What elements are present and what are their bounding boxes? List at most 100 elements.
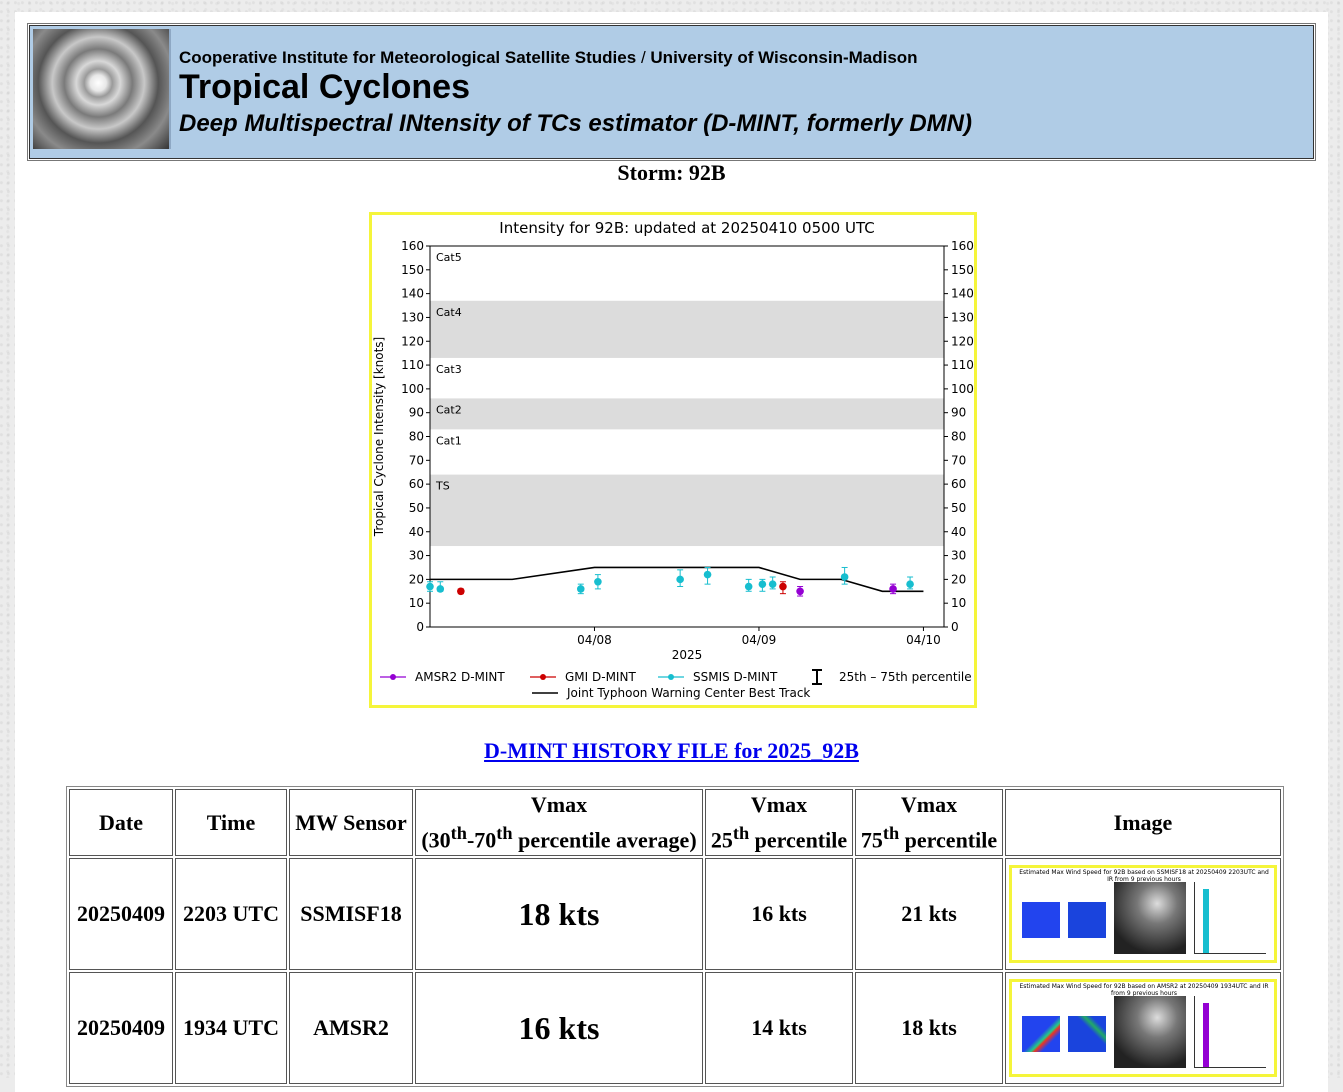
- y-tick-label-right: 0: [951, 620, 959, 634]
- col-header-time: Time: [175, 789, 287, 857]
- estimate-thumbnail[interactable]: Estimated Max Wind Speed for 92B based o…: [1009, 865, 1277, 964]
- intensity-chart-svg: Intensity for 92B: updated at 20250410 0…: [372, 219, 974, 700]
- y-tick-label-right: 120: [951, 334, 974, 348]
- data-point: [676, 575, 684, 584]
- institution-separator: /: [640, 48, 646, 67]
- data-point: [576, 585, 585, 593]
- y-tick-label-right: 130: [951, 310, 974, 324]
- y-tick-label-left: 90: [409, 406, 424, 420]
- legend-marker: [668, 674, 674, 680]
- distribution-spike: [1203, 889, 1209, 954]
- col-header-p25: Vmax 25th percentile: [705, 789, 853, 857]
- p25-a: 25: [710, 827, 733, 853]
- category-band: [430, 300, 944, 358]
- category-band: [430, 474, 944, 547]
- estimate-thumbnail[interactable]: Estimated Max Wind Speed for 92B based o…: [1009, 979, 1277, 1078]
- cell-date: 20250409: [69, 858, 173, 971]
- x-tick-label: 04/10: [906, 633, 941, 647]
- header-banner: Cooperative Institute for Meteorological…: [27, 23, 1316, 161]
- y-tick-label-left: 20: [409, 572, 424, 586]
- y-tick-label-right: 80: [951, 430, 966, 444]
- p25-b: percentile: [749, 827, 848, 853]
- ir-panel: [1114, 882, 1186, 955]
- col-header-date: Date: [69, 789, 173, 857]
- p75-sup: th: [882, 823, 900, 843]
- y-tick-label-right: 10: [951, 596, 966, 610]
- legend-label: SSMIS D-MINT: [693, 670, 778, 684]
- data-point: [796, 587, 804, 596]
- y-tick-label-right: 30: [951, 549, 966, 563]
- category-label: Cat5: [436, 251, 462, 264]
- data-point: [889, 585, 897, 593]
- estimates-table: Date Time MW Sensor Vmax (30th-70th perc…: [66, 786, 1284, 1088]
- data-point: [426, 582, 434, 591]
- vmax-sup-2: th: [496, 823, 513, 843]
- cell-p25: 14 kts: [705, 972, 853, 1085]
- vmax-sub-b: -70: [466, 827, 497, 853]
- history-link-row: D-MINT HISTORY FILE for 2025_92B: [15, 738, 1328, 764]
- table-row: 20250409 1934 UTC AMSR2 16 kts 14 kts 18…: [69, 972, 1281, 1085]
- institution-left: Cooperative Institute for Meteorological…: [179, 48, 637, 67]
- vmax-sup-1: th: [450, 823, 467, 843]
- chart-title: Intensity for 92B: updated at 20250410 0…: [499, 219, 874, 237]
- institution-right: University of Wisconsin-Madison: [650, 48, 918, 67]
- p75-a: 75: [860, 827, 883, 853]
- y-tick-label-left: 60: [409, 477, 424, 491]
- legend-label: GMI D-MINT: [565, 670, 636, 684]
- p75-vmax-title: Vmax: [900, 792, 958, 817]
- cell-vmax: 16 kts: [415, 972, 703, 1085]
- cell-time: 2203 UTC: [175, 858, 287, 971]
- y-tick-label-right: 100: [951, 382, 974, 396]
- y-tick-label-left: 120: [401, 334, 424, 348]
- y-tick-label-left: 150: [401, 263, 424, 277]
- y-tick-label-left: 80: [409, 430, 424, 444]
- data-point: [436, 585, 445, 593]
- category-label: Cat2: [436, 403, 462, 416]
- y-tick-label-left: 110: [401, 358, 424, 372]
- distribution-spike: [1203, 1003, 1209, 1068]
- cell-time: 1934 UTC: [175, 972, 287, 1085]
- y-tick-label-right: 140: [951, 287, 974, 301]
- cell-p25: 16 kts: [705, 858, 853, 971]
- page-title: Tropical Cyclones: [179, 68, 470, 106]
- y-tick-label-left: 0: [416, 620, 424, 634]
- y-tick-label-left: 50: [409, 501, 424, 515]
- distribution-panel: [1194, 996, 1266, 1069]
- microwave-panel-37ghz: [1022, 1016, 1060, 1053]
- y-axis-label: Tropical Cyclone Intensity [knots]: [372, 337, 386, 537]
- table-header-row: Date Time MW Sensor Vmax (30th-70th perc…: [69, 789, 1281, 857]
- y-tick-label-left: 100: [401, 382, 424, 396]
- ir-panel: [1114, 996, 1186, 1069]
- category-label: Cat3: [436, 363, 462, 376]
- legend-label: AMSR2 D-MINT: [415, 670, 505, 684]
- history-file-link[interactable]: D-MINT HISTORY FILE for 2025_92B: [484, 738, 859, 763]
- p25-sup: th: [732, 823, 750, 843]
- y-tick-label-right: 110: [951, 358, 974, 372]
- distribution-panel: [1194, 882, 1266, 955]
- intensity-chart: Intensity for 92B: updated at 20250410 0…: [369, 212, 977, 708]
- y-tick-label-right: 40: [951, 525, 966, 539]
- data-point: [768, 580, 777, 588]
- vmax-title: Vmax: [530, 792, 588, 817]
- data-point: [744, 582, 753, 591]
- institution-line: Cooperative Institute for Meteorological…: [179, 48, 918, 68]
- x-axis-label: 2025: [672, 648, 703, 662]
- microwave-panel-89ghz: [1068, 902, 1106, 939]
- page-subtitle: Deep Multispectral INtensity of TCs esti…: [179, 110, 972, 137]
- x-tick-label: 04/09: [742, 633, 777, 647]
- col-header-image: Image: [1005, 789, 1281, 857]
- category-label: TS: [435, 480, 450, 493]
- y-tick-label-right: 70: [951, 453, 966, 467]
- y-tick-label-right: 60: [951, 477, 966, 491]
- microwave-panel-89ghz: [1068, 1016, 1106, 1053]
- col-header-vmax: Vmax (30th-70th percentile average): [415, 789, 703, 857]
- data-point: [594, 577, 602, 586]
- x-tick-label: 04/08: [577, 633, 612, 647]
- cell-p75: 18 kts: [855, 972, 1003, 1085]
- data-point: [840, 573, 849, 581]
- vmax-sub-a: (30: [421, 827, 451, 853]
- thumbnail-caption: Estimated Max Wind Speed for 92B based o…: [1019, 869, 1269, 884]
- y-tick-label-right: 20: [951, 572, 966, 586]
- col-header-sensor: MW Sensor: [289, 789, 413, 857]
- microwave-panel-37ghz: [1022, 902, 1060, 939]
